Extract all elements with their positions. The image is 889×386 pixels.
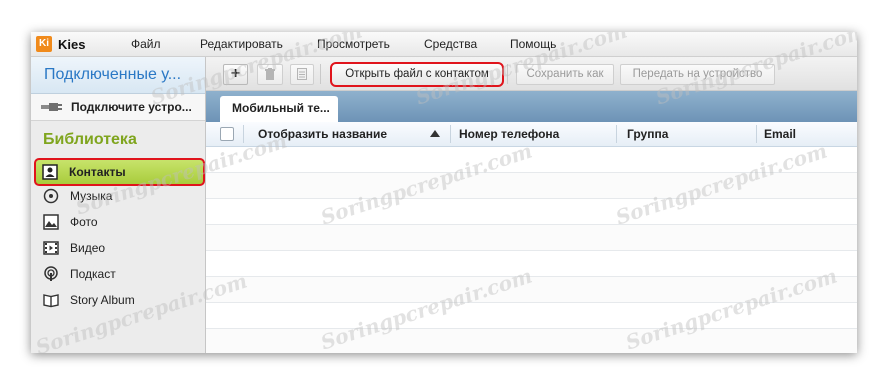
column-separator bbox=[756, 125, 757, 143]
sidebar: Подключенные у... Подключите устро... Би… bbox=[31, 57, 206, 353]
menu-help[interactable]: Помощь bbox=[510, 37, 556, 51]
table-header: Отобразить название Номер телефона Групп… bbox=[206, 122, 857, 147]
video-icon bbox=[43, 241, 59, 255]
sidebar-item-photo[interactable]: Фото bbox=[37, 210, 202, 234]
tab-mobile-phone[interactable]: Мобильный те... bbox=[220, 96, 338, 122]
column-header-email[interactable]: Email bbox=[764, 127, 796, 141]
table-row bbox=[206, 173, 857, 199]
column-separator bbox=[243, 125, 244, 143]
sidebar-item-label: Story Album bbox=[70, 293, 135, 307]
connected-devices-header[interactable]: Подключенные у... bbox=[31, 57, 205, 94]
music-icon bbox=[43, 188, 59, 204]
column-header-display-name[interactable]: Отобразить название bbox=[258, 127, 387, 141]
add-contact-button[interactable]: + bbox=[223, 64, 248, 85]
table-row bbox=[206, 225, 857, 251]
sidebar-item-label: Подкаст bbox=[70, 267, 116, 281]
table-row bbox=[206, 277, 857, 303]
contacts-table-body bbox=[206, 147, 857, 353]
select-all-checkbox[interactable] bbox=[220, 127, 234, 141]
table-row bbox=[206, 199, 857, 225]
tab-strip: Мобильный те... bbox=[206, 91, 857, 122]
sidebar-item-video[interactable]: Видео bbox=[37, 236, 202, 260]
kies-logo-icon: Ki bbox=[36, 36, 52, 52]
sidebar-item-label: Видео bbox=[70, 241, 106, 255]
kies-window: Ki Kies Файл Редактировать Просмотреть С… bbox=[31, 32, 857, 353]
app-title: Kies bbox=[58, 37, 86, 52]
column-separator bbox=[450, 125, 451, 143]
menu-view[interactable]: Просмотреть bbox=[317, 37, 390, 51]
book-icon bbox=[43, 294, 59, 308]
save-as-button[interactable]: Сохранить как bbox=[516, 64, 614, 85]
library-header: Библиотека bbox=[43, 131, 137, 148]
photo-icon bbox=[43, 214, 59, 230]
sort-ascending-icon bbox=[430, 130, 440, 137]
menu-file[interactable]: Файл bbox=[131, 37, 161, 51]
connect-device-row[interactable]: Подключите устро... bbox=[31, 94, 205, 121]
open-contact-file-button[interactable]: Открыть файл с контактом bbox=[330, 62, 504, 87]
toolbar: + Открыть файл с контактом Сохранить как… bbox=[206, 57, 857, 91]
document-icon bbox=[297, 68, 307, 80]
toolbar-separator bbox=[507, 64, 508, 84]
sidebar-item-story-album[interactable]: Story Album bbox=[37, 288, 202, 312]
sidebar-item-label: Музыка bbox=[70, 189, 113, 203]
menu-tools[interactable]: Средства bbox=[424, 37, 477, 51]
sidebar-item-label: Фото bbox=[70, 215, 98, 229]
connected-devices-label: Подключенные у... bbox=[44, 66, 182, 83]
plug-icon bbox=[41, 103, 62, 111]
table-row bbox=[206, 329, 857, 353]
main-panel: + Открыть файл с контактом Сохранить как… bbox=[206, 57, 857, 353]
sidebar-item-contacts[interactable]: Контакты bbox=[34, 158, 205, 186]
column-header-phone[interactable]: Номер телефона bbox=[459, 127, 559, 141]
table-row bbox=[206, 251, 857, 277]
podcast-icon bbox=[44, 266, 58, 281]
edit-button[interactable] bbox=[290, 64, 314, 85]
toolbar-separator bbox=[320, 64, 321, 84]
sidebar-item-label: Контакты bbox=[69, 165, 126, 179]
column-separator bbox=[616, 125, 617, 143]
contacts-icon bbox=[42, 164, 58, 180]
sidebar-item-podcast[interactable]: Подкаст bbox=[37, 262, 202, 286]
menu-bar: Ki Kies Файл Редактировать Просмотреть С… bbox=[31, 32, 857, 57]
table-row bbox=[206, 147, 857, 173]
menu-edit[interactable]: Редактировать bbox=[200, 37, 283, 51]
sidebar-item-music[interactable]: Музыка bbox=[37, 184, 202, 208]
delete-button[interactable] bbox=[257, 64, 283, 85]
column-header-group[interactable]: Группа bbox=[627, 127, 668, 141]
transfer-to-device-button[interactable]: Передать на устройство bbox=[620, 64, 775, 85]
connect-device-label: Подключите устро... bbox=[71, 100, 192, 114]
trash-icon bbox=[265, 68, 275, 80]
table-row bbox=[206, 303, 857, 329]
